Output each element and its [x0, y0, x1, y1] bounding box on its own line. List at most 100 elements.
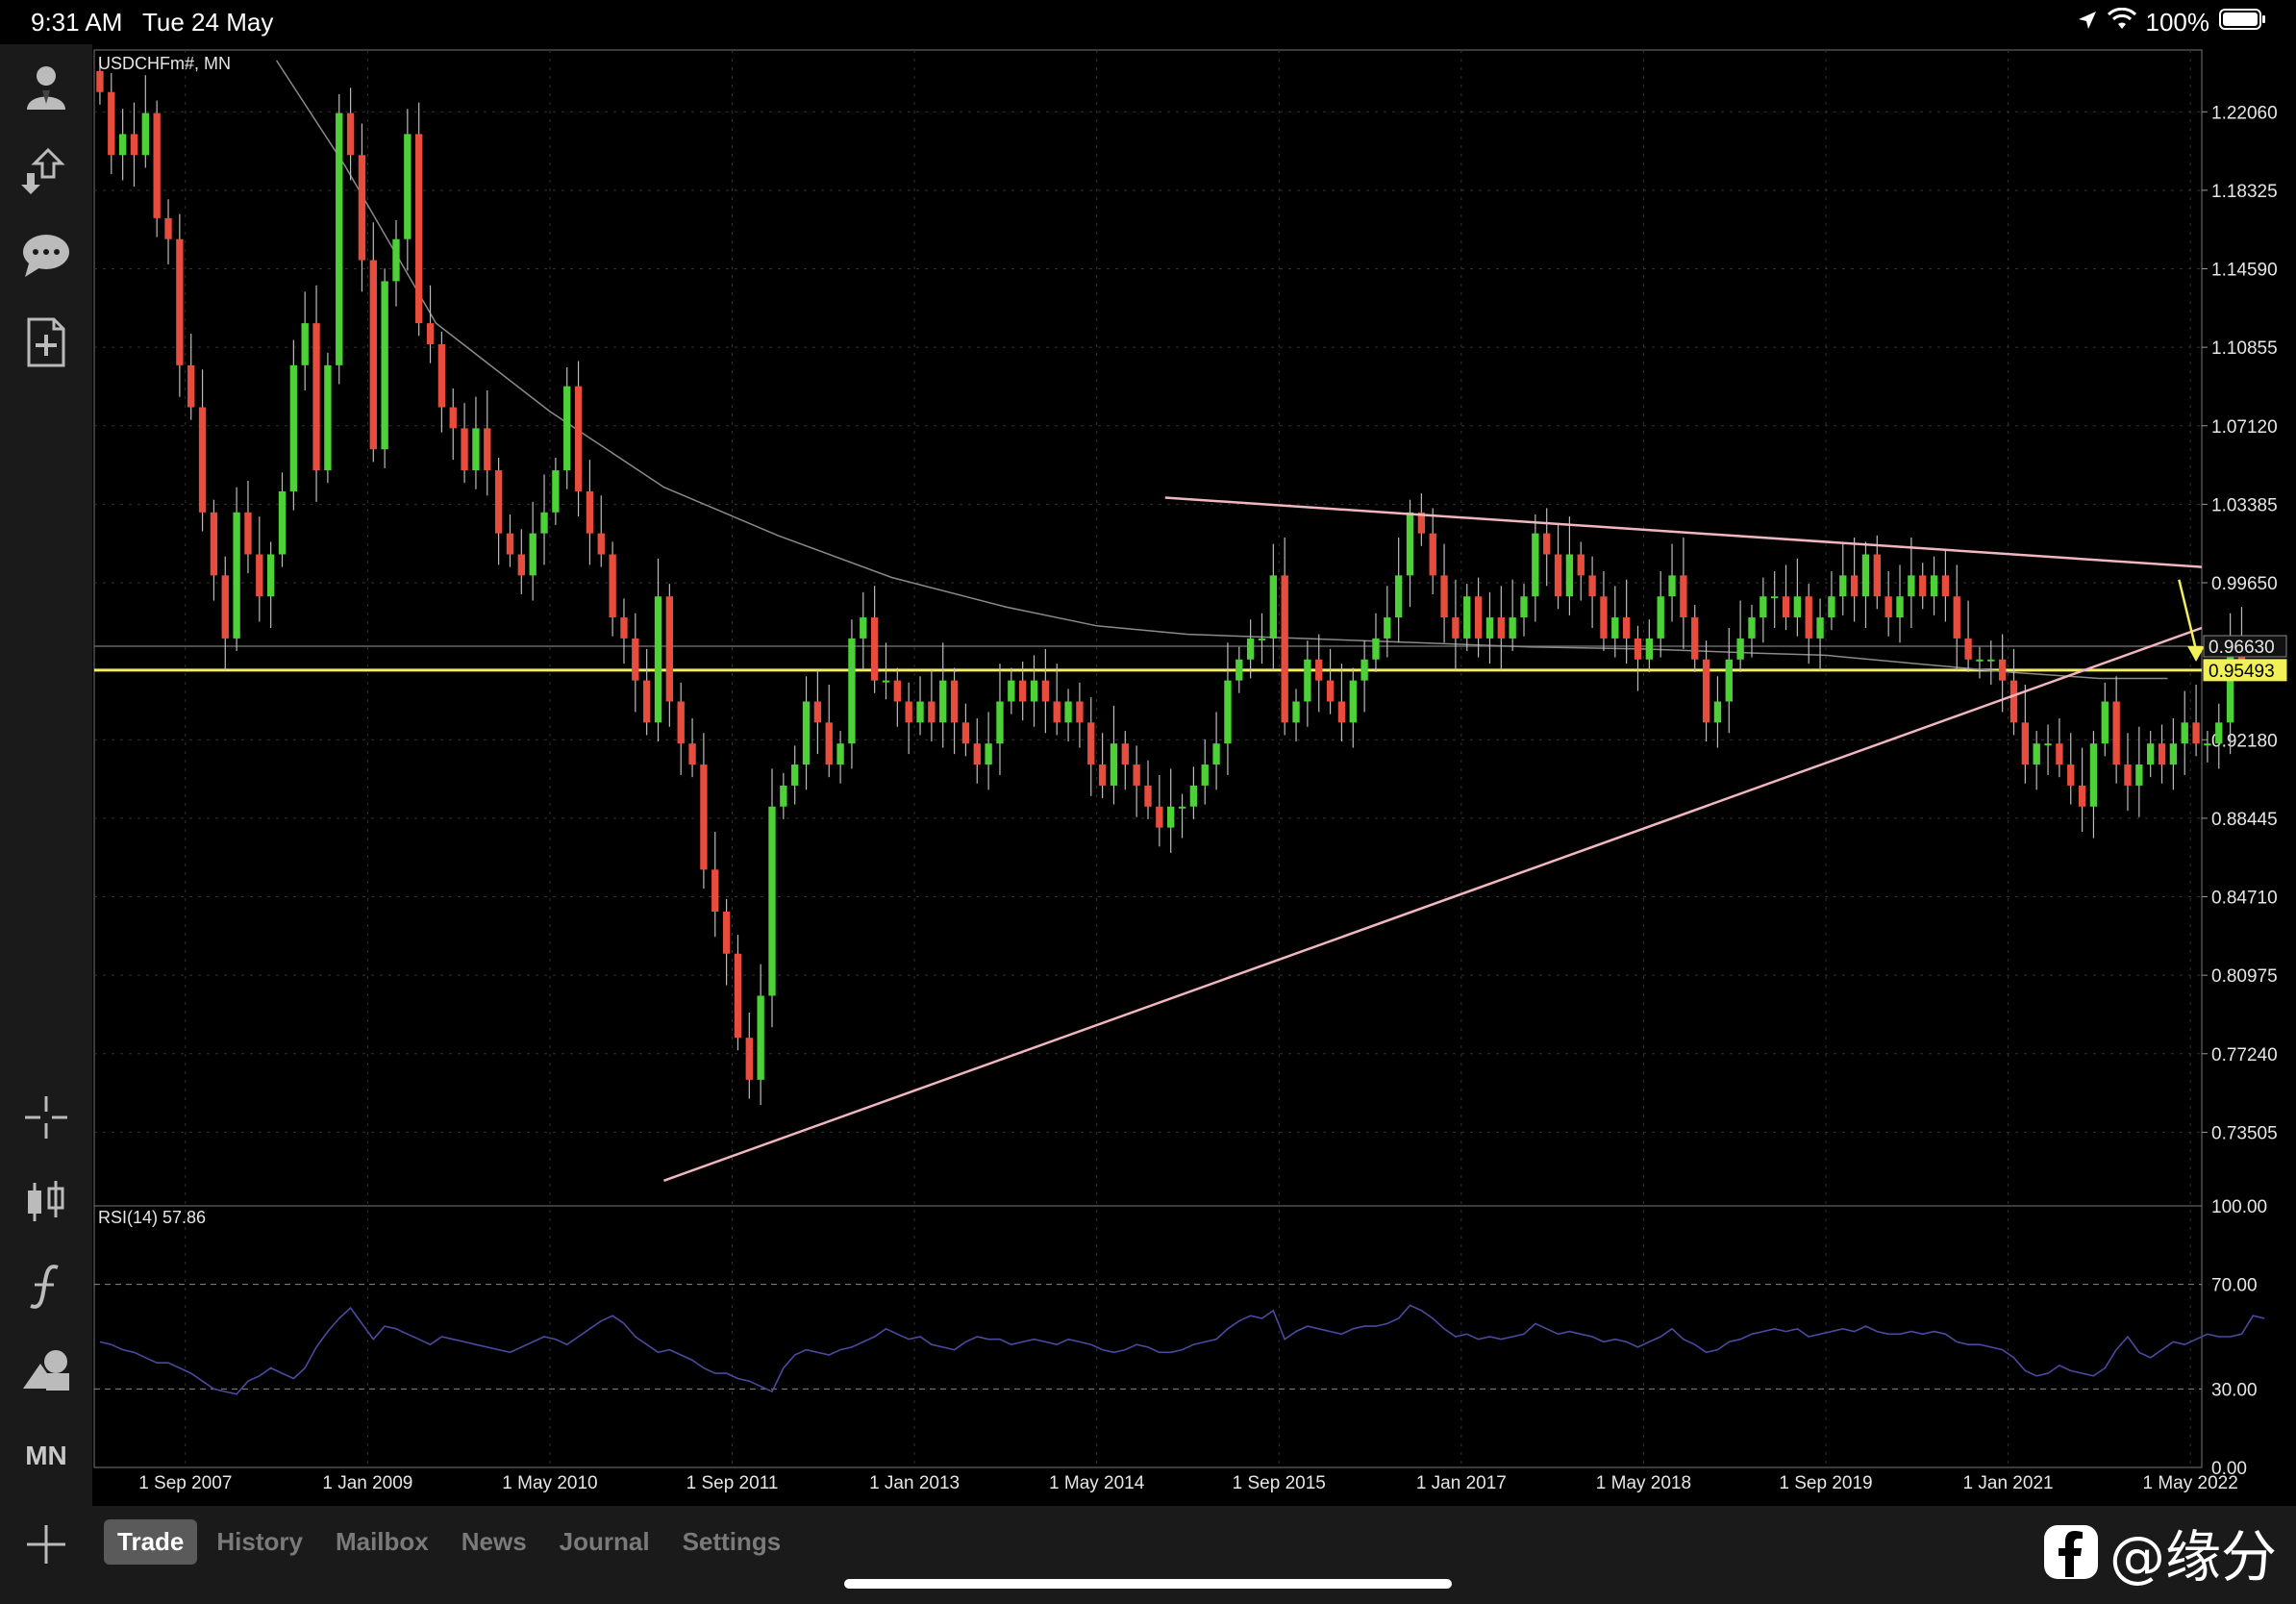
candle-body	[1235, 659, 1243, 681]
y-tick-label: 0.88445	[2211, 810, 2278, 830]
candle-body	[2169, 743, 2178, 765]
candle-body	[1212, 743, 1220, 765]
candle-body	[632, 638, 639, 681]
rsi-tick-label: 70.00	[2211, 1276, 2258, 1296]
y-tick-label: 1.22060	[2211, 103, 2278, 123]
status-date: Tue 24 May	[142, 8, 274, 37]
tab-news[interactable]: News	[448, 1519, 540, 1565]
candle-body	[1224, 680, 1232, 744]
candle-body	[1657, 596, 1664, 639]
candle-body	[722, 912, 731, 954]
facebook-logo-icon	[2043, 1525, 2098, 1579]
objects-button[interactable]	[17, 1342, 75, 1400]
candle-body	[529, 533, 537, 576]
candle-body	[1873, 554, 1881, 597]
price-tag-label: 0.95493	[2209, 662, 2275, 682]
chart-type-button[interactable]	[17, 1173, 75, 1231]
rsi-tick-label: 30.00	[2211, 1380, 2258, 1400]
x-tick-label: 1 May 2018	[1596, 1473, 1691, 1493]
candle-body	[973, 743, 981, 765]
candle-body	[1144, 785, 1152, 807]
candle-body	[597, 533, 605, 555]
deposit-withdraw-button[interactable]	[17, 142, 75, 200]
candle-body	[289, 364, 298, 491]
candle-body	[1429, 533, 1436, 576]
candle-body	[1098, 764, 1107, 786]
x-tick-label: 1 Sep 2015	[1233, 1473, 1326, 1493]
plus-icon	[27, 1525, 65, 1564]
candle-body	[665, 596, 674, 702]
y-tick-label: 0.84710	[2211, 889, 2278, 909]
x-tick-label: 1 Jan 2009	[322, 1473, 412, 1493]
candle-body	[574, 386, 583, 491]
candle-body	[2067, 764, 2075, 786]
add-button[interactable]	[21, 1519, 71, 1569]
candle-body	[1600, 596, 1608, 639]
candle-body	[734, 953, 742, 1039]
account-button[interactable]	[17, 58, 75, 115]
candle-body	[1964, 638, 1972, 660]
timeframe-label: MN	[25, 1441, 67, 1470]
chat-button[interactable]	[17, 227, 75, 285]
candle-body	[711, 869, 719, 913]
candle-body	[1828, 596, 1835, 618]
y-tick-label: 0.73505	[2211, 1123, 2278, 1143]
candle-body	[893, 680, 902, 702]
candle-body	[1565, 554, 1574, 597]
candle-body	[1976, 659, 1984, 662]
candle-body	[916, 701, 924, 723]
status-indicators: 100%	[2077, 6, 2268, 38]
candle-body	[961, 722, 970, 744]
candle-body	[2192, 722, 2200, 744]
candle-body	[312, 323, 320, 471]
tab-journal[interactable]: Journal	[546, 1519, 663, 1565]
chart-type-icon	[28, 1181, 64, 1221]
candle-body	[278, 490, 287, 555]
timeframe-button[interactable]: MN	[17, 1427, 75, 1485]
home-indicator	[844, 1579, 1452, 1589]
candle-body	[2044, 743, 2052, 746]
tab-trade[interactable]: Trade	[104, 1519, 198, 1565]
candle-body	[1554, 554, 1562, 597]
candle-body	[609, 554, 616, 618]
candle-body	[1076, 701, 1084, 723]
candle-body	[221, 575, 229, 639]
rsi-tick-label: 0.00	[2211, 1459, 2247, 1479]
candle-body	[1771, 596, 1779, 599]
candle-body	[1474, 596, 1483, 639]
tab-settings[interactable]: Settings	[669, 1519, 795, 1565]
tab-mailbox[interactable]: Mailbox	[322, 1519, 442, 1565]
candle-body	[848, 638, 856, 744]
crosshair-button[interactable]	[17, 1089, 75, 1146]
price-chart[interactable]: 1.22060 1.18325 1.14590 1.10855 1.07120 1.033…	[92, 44, 2296, 1506]
candle-body	[1372, 638, 1380, 660]
candle-body	[1782, 596, 1790, 618]
new-order-button[interactable]	[17, 313, 75, 371]
candle-body	[825, 722, 833, 765]
candle-body	[494, 470, 503, 534]
candle-body	[1588, 575, 1596, 597]
indicators-icon	[30, 1265, 59, 1309]
candle-body	[176, 238, 184, 365]
candle-body	[791, 764, 799, 786]
candle-body	[369, 260, 377, 450]
candle-body	[517, 554, 525, 576]
candle-body	[1315, 659, 1323, 681]
tab-history[interactable]: History	[203, 1519, 316, 1565]
candle-body	[905, 701, 912, 723]
indicators-button[interactable]	[17, 1258, 75, 1316]
candle-body	[437, 343, 446, 408]
candle-body	[2101, 701, 2109, 744]
candle-body	[768, 806, 776, 996]
candle-body	[882, 680, 890, 683]
candle-body	[677, 701, 685, 744]
candle-body	[153, 113, 161, 218]
x-tick-label: 1 Jan 2021	[1963, 1473, 2054, 1493]
deposit-withdraw-icon	[21, 147, 65, 194]
candle-body	[108, 91, 115, 156]
candle-body	[1725, 659, 1733, 702]
moving-average-line	[275, 60, 2168, 680]
price-tag-label: 0.96630	[2209, 638, 2275, 658]
battery-icon	[2219, 8, 2267, 38]
candle-body	[780, 785, 787, 807]
